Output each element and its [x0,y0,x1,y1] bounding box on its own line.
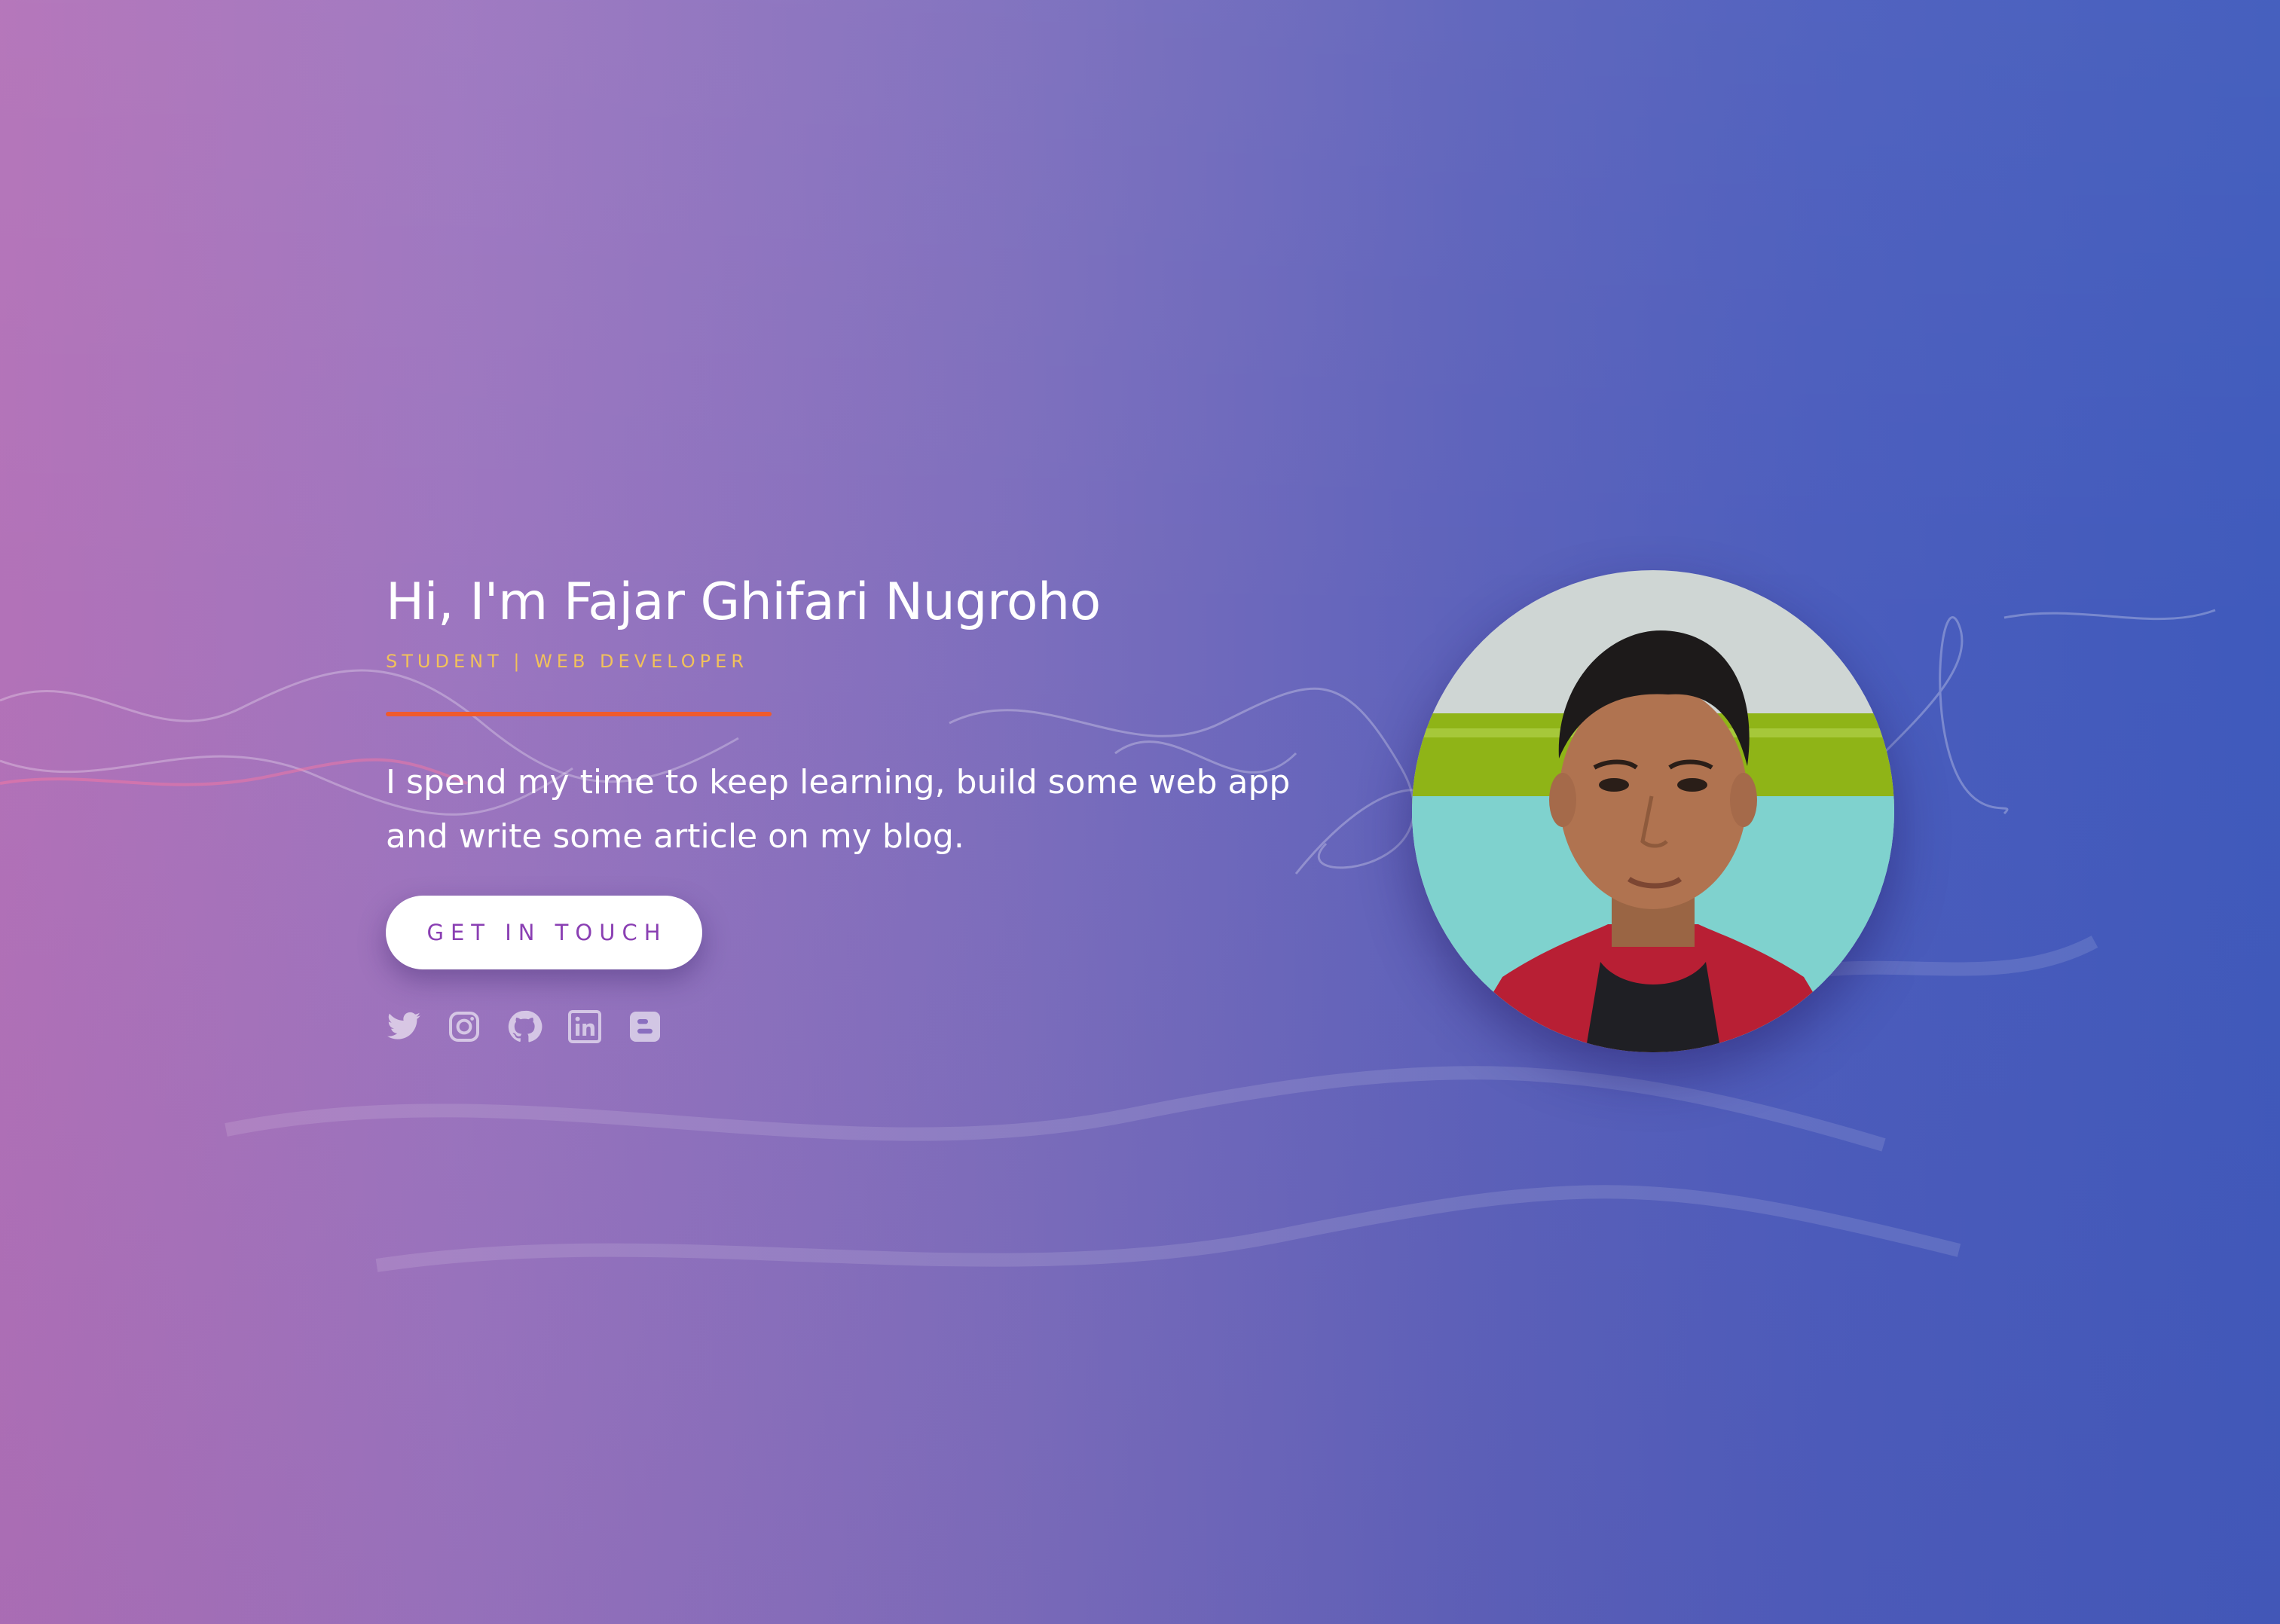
github-icon [508,1010,542,1042]
instagram-link[interactable] [446,1009,482,1045]
divider [386,712,772,716]
blogger-link[interactable] [627,1009,663,1045]
hero-section: Hi, I'm Fajar Ghifari Nugroho STUDENT | … [386,561,1365,1045]
get-in-touch-label: GET IN TOUCH [426,920,668,945]
description: I spend my time to keep learning, build … [386,763,1291,856]
profile-photo [1412,570,1894,1052]
page-title: Hi, I'm Fajar Ghifari Nugroho [386,572,1101,632]
social-links [386,1009,1365,1045]
linkedin-link[interactable] [567,1009,603,1045]
get-in-touch-button[interactable]: GET IN TOUCH [386,896,702,969]
github-link[interactable] [506,1009,542,1045]
twitter-link[interactable] [386,1009,422,1045]
blogger-icon [630,1012,660,1042]
instagram-icon [449,1012,479,1042]
subtitle: STUDENT | WEB DEVELOPER [386,651,748,672]
twitter-icon [387,1012,420,1039]
profile-photo-illustration [1412,570,1894,1052]
linkedin-icon [568,1010,601,1043]
